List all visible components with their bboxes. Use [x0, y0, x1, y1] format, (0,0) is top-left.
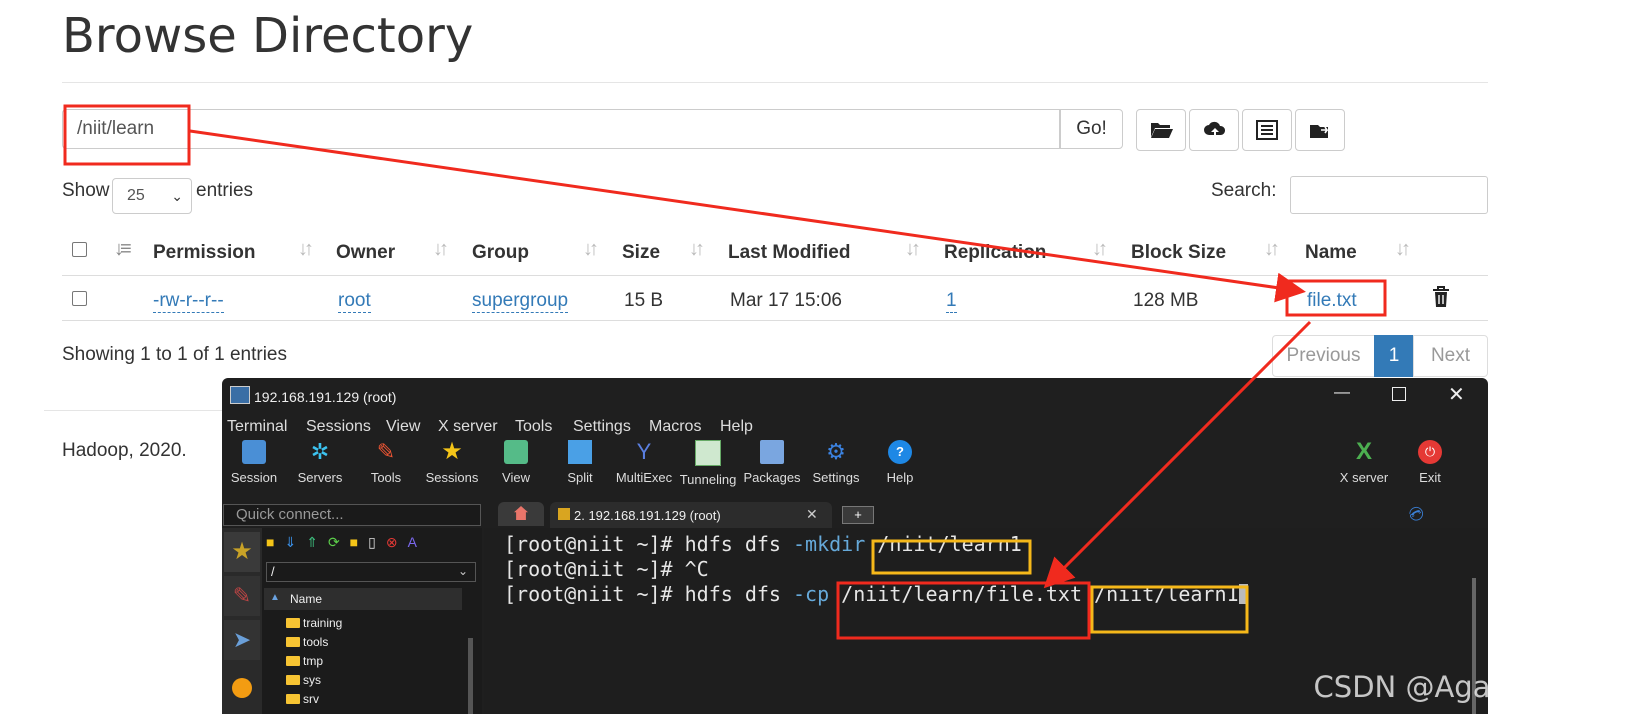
watermark: CSDN @Agatha方艺璇: [1313, 670, 1625, 704]
file-highlight-box: [1285, 279, 1387, 317]
path-highlight-box: [63, 104, 191, 166]
annotation-overlay: [63, 104, 1387, 640]
source-arg-highlight: [836, 581, 1091, 640]
dest-arg-highlight: [1090, 585, 1249, 634]
arrow-file-to-command: [1043, 320, 1312, 589]
arrow-path-to-file: [189, 129, 1306, 303]
mkdir-arg-highlight: [871, 539, 1032, 575]
